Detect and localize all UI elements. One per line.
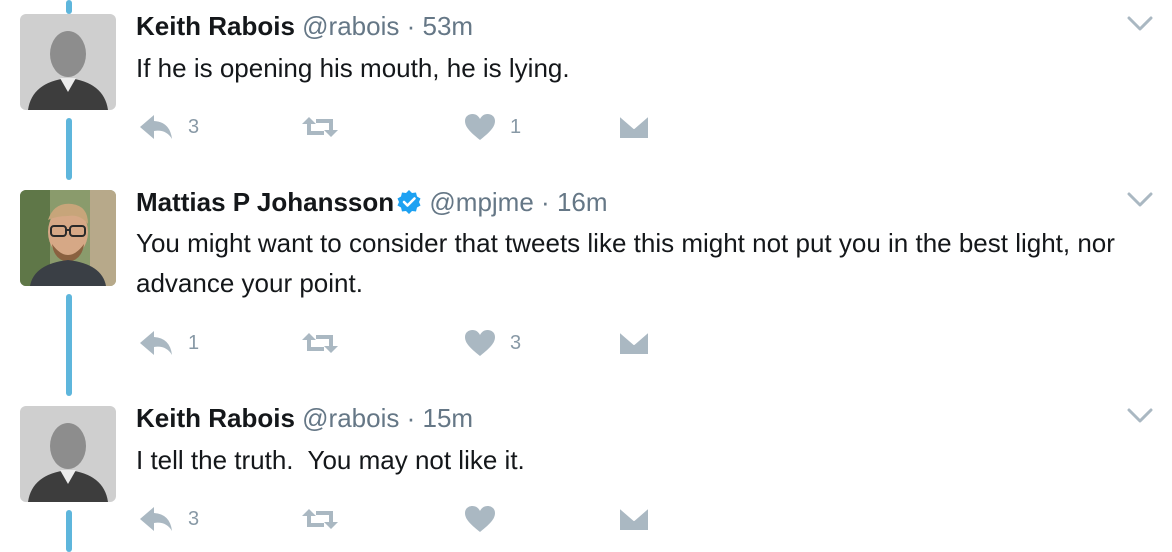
tweet-actions: 3 1 [136, 107, 696, 147]
tweet[interactable]: Keith Rabois @rabois · 15m I tell the tr… [0, 392, 1172, 552]
retweet-button[interactable] [300, 499, 354, 539]
like-button[interactable]: 3 [464, 323, 521, 363]
retweet-icon [300, 505, 340, 533]
separator-dot: · [406, 403, 416, 433]
avatar[interactable] [20, 14, 116, 110]
chevron-down-icon[interactable] [1127, 16, 1153, 37]
separator-dot: · [541, 187, 550, 217]
heart-icon [464, 113, 496, 141]
timestamp[interactable]: 15m [423, 403, 474, 433]
like-count: 3 [510, 331, 522, 354]
chevron-down-icon[interactable] [1127, 408, 1153, 429]
retweet-icon [300, 113, 340, 141]
tweet-text: I tell the truth. You may not like it. [136, 445, 525, 475]
tweet-actions: 3 [136, 499, 696, 539]
retweet-button[interactable] [300, 323, 354, 363]
tweet-text: You might want to consider that tweets l… [136, 228, 1115, 298]
direct-message-button[interactable] [618, 499, 650, 539]
reply-count: 3 [188, 115, 200, 138]
reply-icon [138, 113, 174, 141]
envelope-icon [618, 505, 650, 533]
author-name[interactable]: Keith Rabois [136, 11, 295, 41]
chevron-down-icon[interactable] [1127, 192, 1153, 213]
author-name[interactable]: Mattias P Johansson [136, 187, 394, 217]
author-name[interactable]: Keith Rabois [136, 403, 295, 433]
reply-button[interactable]: 3 [138, 107, 199, 147]
reply-button[interactable]: 1 [138, 323, 199, 363]
reply-count: 1 [188, 331, 200, 354]
like-button[interactable]: 1 [464, 107, 521, 147]
retweet-button[interactable] [300, 107, 354, 147]
reply-count: 3 [188, 507, 200, 530]
like-button[interactable] [464, 499, 510, 539]
avatar[interactable] [20, 190, 116, 286]
reply-icon [138, 329, 174, 357]
tweet[interactable]: Keith Rabois @rabois · 53m If he is open… [0, 0, 1172, 160]
author-handle[interactable]: @rabois [302, 11, 399, 41]
tweet-actions: 1 3 [136, 323, 696, 363]
heart-icon [464, 505, 496, 533]
tweet-header: Mattias P Johansson @mpjme · 16m [136, 187, 608, 221]
direct-message-button[interactable] [618, 323, 650, 363]
author-handle[interactable]: @rabois [302, 403, 399, 433]
timestamp[interactable]: 16m [557, 187, 608, 217]
separator-dot: · [406, 11, 416, 41]
tweet-header: Keith Rabois @rabois · 53m [136, 11, 473, 41]
like-count: 1 [510, 115, 522, 138]
retweet-icon [300, 329, 340, 357]
verified-badge-icon [396, 189, 422, 221]
direct-message-button[interactable] [618, 107, 650, 147]
tweet-header: Keith Rabois @rabois · 15m [136, 403, 473, 433]
envelope-icon [618, 329, 650, 357]
reply-button[interactable]: 3 [138, 499, 199, 539]
reply-icon [138, 505, 174, 533]
author-handle[interactable]: @mpjme [429, 187, 533, 217]
tweet-text: If he is opening his mouth, he is lying. [136, 53, 570, 83]
tweet[interactable]: Mattias P Johansson @mpjme · 16m You mig… [0, 176, 1172, 376]
avatar[interactable] [20, 406, 116, 502]
timestamp[interactable]: 53m [423, 11, 474, 41]
heart-icon [464, 329, 496, 357]
envelope-icon [618, 113, 650, 141]
